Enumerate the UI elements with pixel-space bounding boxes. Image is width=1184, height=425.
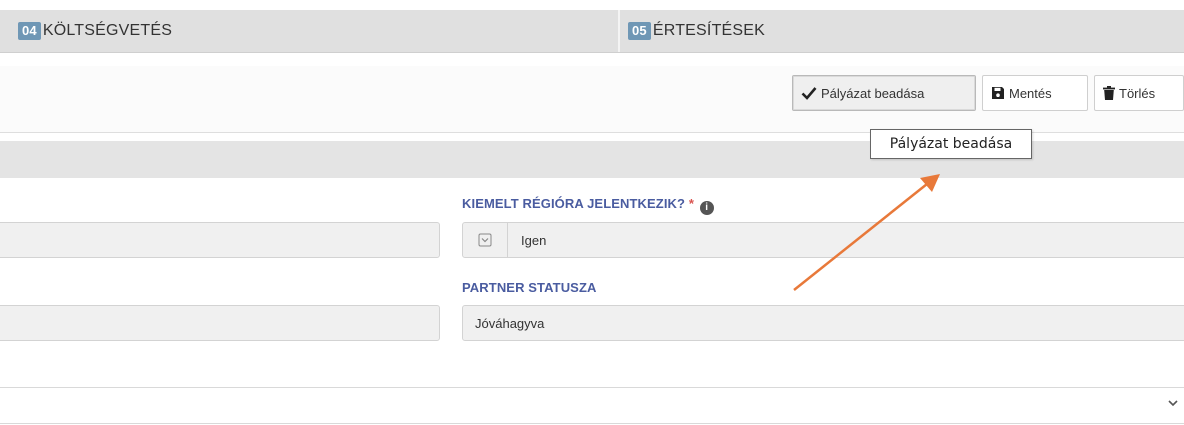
chevron-down-icon[interactable] — [1167, 398, 1179, 408]
check-icon — [801, 87, 817, 100]
delete-button[interactable]: Törlés — [1094, 75, 1184, 111]
partner-status-label: PARTNER STATUSZA — [462, 280, 596, 295]
tab-label: KÖLTSÉGVETÉS — [42, 22, 173, 39]
floppy-disk-icon — [992, 87, 1004, 99]
kiemelt-regio-label-text: KIEMELT RÉGIÓRA JELENTKEZIK? — [462, 196, 686, 211]
tab-koltsegvetes[interactable]: 04 KÖLTSÉGVETÉS — [18, 10, 172, 52]
trash-icon — [1103, 86, 1115, 100]
left-field-1[interactable] — [0, 222, 440, 258]
save-button[interactable]: Mentés — [982, 75, 1088, 111]
section-divider — [0, 387, 1184, 388]
partner-status-label-text: PARTNER STATUSZA — [462, 280, 597, 295]
section-divider — [0, 423, 1184, 424]
left-field-2[interactable] — [0, 305, 440, 341]
info-circle-icon[interactable]: i — [699, 201, 714, 215]
required-marker: * — [688, 196, 694, 211]
kiemelt-regio-value: Igen — [521, 232, 547, 248]
save-label: Mentés — [1009, 85, 1052, 101]
dropdown-square-icon[interactable] — [463, 223, 508, 257]
tooltip-text: Pályázat beadása — [889, 136, 1013, 152]
tab-separator — [618, 10, 620, 52]
kiemelt-regio-label: KIEMELT RÉGIÓRA JELENTKEZIK? * i — [462, 196, 714, 215]
submit-application-label: Pályázat beadása — [821, 85, 925, 101]
delete-label: Törlés — [1119, 85, 1156, 101]
partner-status-field: Jóváhagyva — [462, 305, 1184, 341]
tab-number-badge: 04 — [18, 22, 41, 40]
submit-application-button[interactable]: Pályázat beadása — [792, 75, 976, 111]
tab-number-badge: 05 — [628, 22, 651, 40]
tab-label: ÉRTESÍTÉSEK — [652, 22, 766, 39]
annotation-arrow — [793, 174, 940, 291]
tab-ertesitesek[interactable]: 05 ÉRTESÍTÉSEK — [628, 10, 765, 52]
submit-tooltip: Pályázat beadása — [870, 129, 1032, 159]
section-tabs: 04 KÖLTSÉGVETÉS 05 ÉRTESÍTÉSEK — [0, 10, 1184, 53]
action-toolbar: Pályázat beadása Mentés Törlés — [0, 66, 1184, 133]
partner-status-value: Jóváhagyva — [475, 315, 545, 331]
